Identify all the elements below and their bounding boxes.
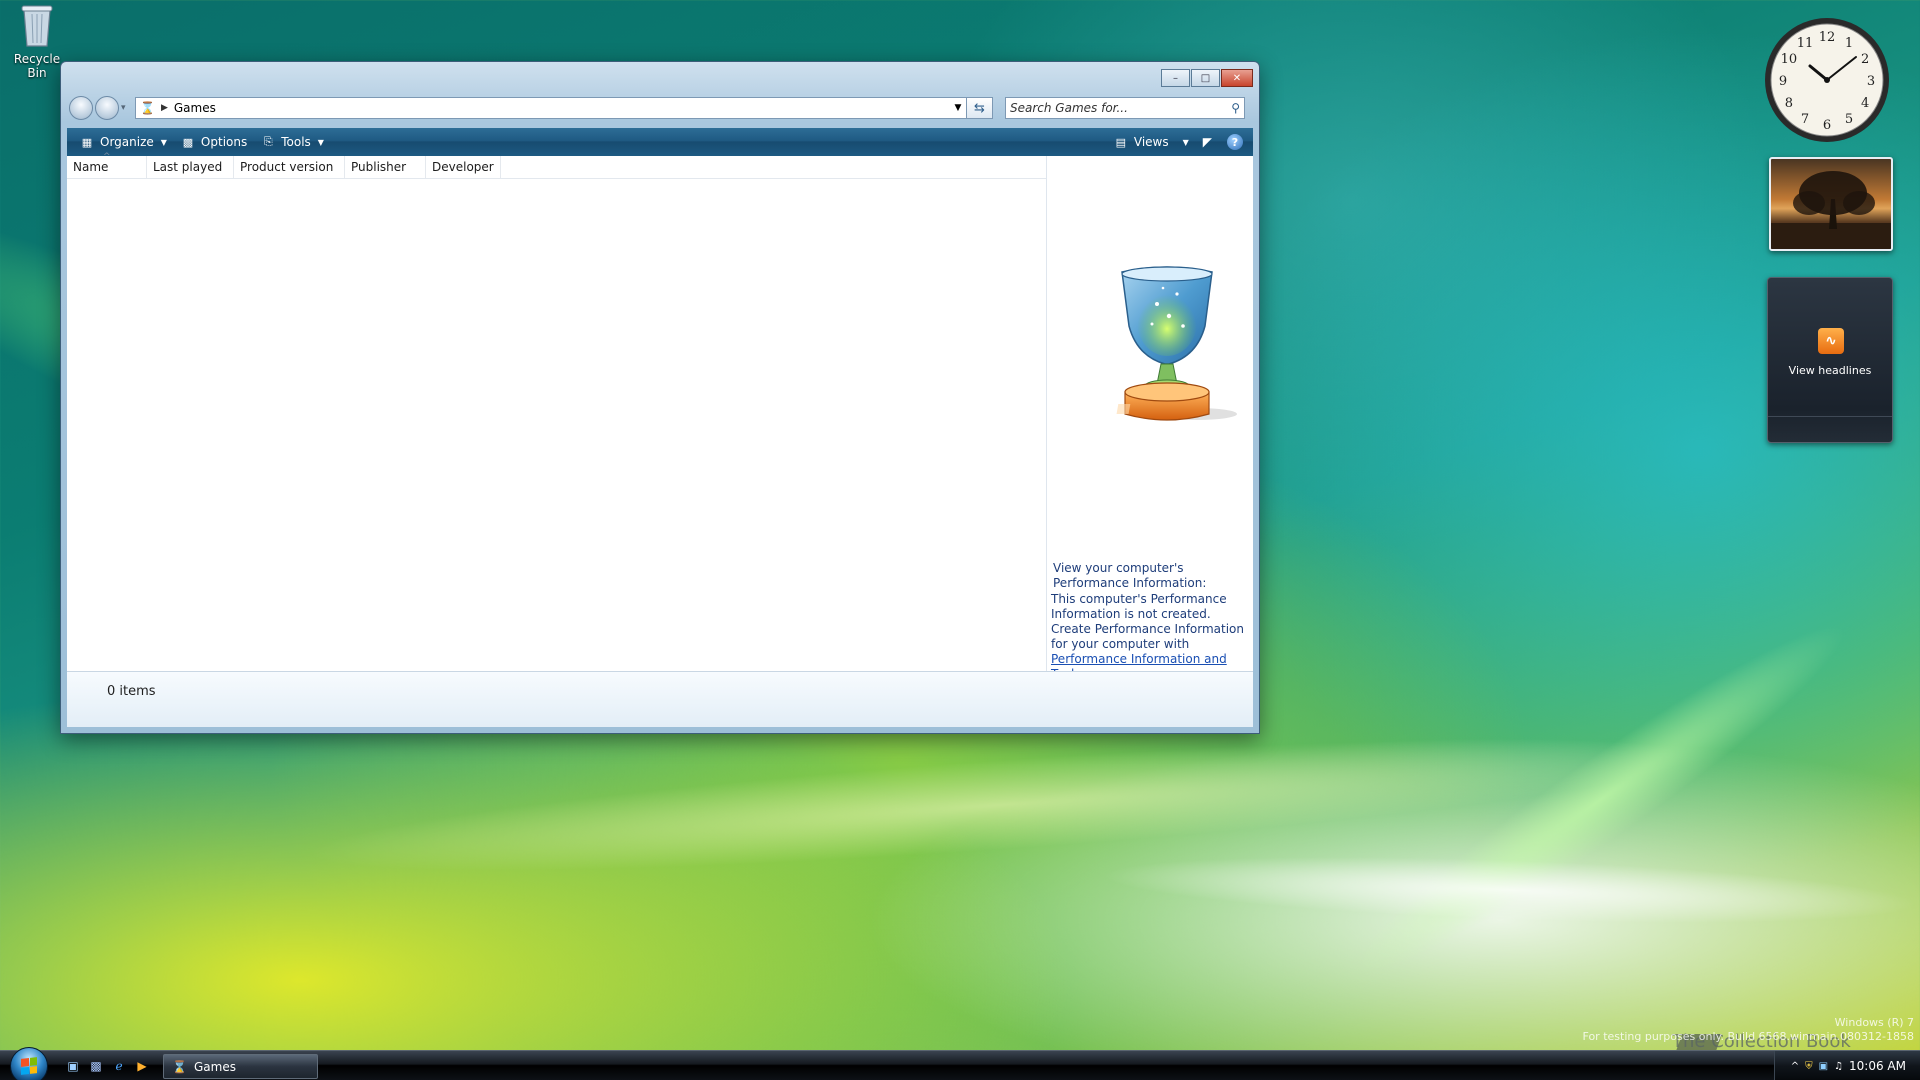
clock-numeral: 6 xyxy=(1823,118,1831,133)
views-menu[interactable]: ▤ Views ▼ xyxy=(1107,128,1196,156)
clock-numeral: 8 xyxy=(1785,96,1793,111)
switch-windows-icon[interactable]: ▩ xyxy=(87,1057,105,1075)
clock-numeral: 7 xyxy=(1801,112,1809,127)
tools-label: Tools xyxy=(281,135,311,149)
clock-numeral: 9 xyxy=(1779,74,1787,89)
column-header-publisher[interactable]: Publisher xyxy=(345,156,426,178)
gadget-footer xyxy=(1768,416,1892,442)
minimize-icon: – xyxy=(1173,72,1178,84)
views-icon: ▤ xyxy=(1115,135,1127,149)
games-folder-icon: ⌛ xyxy=(140,101,155,115)
performance-info-line2-text: Create Performance Information for your … xyxy=(1051,622,1245,651)
recycle-bin-icon xyxy=(20,2,54,48)
breadcrumb-games[interactable]: Games xyxy=(174,101,216,115)
clock-numeral: 3 xyxy=(1867,74,1875,89)
recycle-bin-label: Recycle Bin xyxy=(13,52,61,80)
clock-numeral: 5 xyxy=(1845,112,1853,127)
help-icon[interactable]: ? xyxy=(1227,134,1243,150)
tools-menu[interactable]: ⎘ Tools ▼ xyxy=(254,128,331,156)
options-icon: ▩ xyxy=(182,135,194,149)
search-input[interactable] xyxy=(1010,101,1232,115)
file-list[interactable]: Name Last played Product version Publish… xyxy=(67,152,1047,671)
clock-numeral: 2 xyxy=(1861,52,1869,67)
windows-logo-icon xyxy=(21,1057,37,1075)
views-label: Views xyxy=(1133,135,1169,149)
internet-explorer-icon[interactable]: ℯ xyxy=(110,1057,128,1075)
taskbar: ▣ ▩ ℯ ▶ ⌛ Games ^ ⛨ ▣ ♫ 10:06 AM xyxy=(0,1047,1920,1080)
forward-button[interactable] xyxy=(95,96,119,120)
chevron-down-icon: ▼ xyxy=(317,137,324,147)
clock-numeral: 12 xyxy=(1819,30,1836,45)
feed-headlines-gadget[interactable]: ∿ View headlines xyxy=(1767,277,1893,443)
clock-numeral: 1 xyxy=(1845,36,1853,51)
column-header-name[interactable]: Name xyxy=(67,152,147,178)
performance-info-text: This computer's Performance Information … xyxy=(1051,592,1256,682)
chevron-down-icon: ▼ xyxy=(1182,137,1189,147)
rss-feed-icon: ∿ xyxy=(1818,328,1844,354)
performance-info-line1: This computer's Performance Information … xyxy=(1051,592,1227,621)
minimize-button[interactable]: – xyxy=(1161,69,1190,87)
search-box[interactable]: ⚲ xyxy=(1005,97,1245,119)
maximize-icon: □ xyxy=(1200,72,1211,84)
address-dropdown-icon[interactable]: ▼ xyxy=(950,103,966,113)
show-hidden-icons-icon[interactable]: ^ xyxy=(1791,1061,1799,1072)
view-headlines-link[interactable]: View headlines xyxy=(1768,364,1892,377)
taskbar-games-button[interactable]: ⌛ Games xyxy=(163,1054,318,1079)
clock-numeral: 4 xyxy=(1861,96,1869,111)
build-watermark-line2: For testing purposes only. Build 6568.wi… xyxy=(1582,1030,1914,1043)
media-player-icon[interactable]: ▶ xyxy=(133,1057,151,1075)
maximize-button[interactable]: □ xyxy=(1191,69,1220,87)
system-tray: ^ ⛨ ▣ ♫ 10:06 AM xyxy=(1774,1051,1920,1080)
games-taskbar-icon: ⌛ xyxy=(172,1059,187,1074)
show-desktop-icon[interactable]: ▣ xyxy=(64,1057,82,1075)
column-header-last-played[interactable]: Last played xyxy=(147,156,234,178)
window-controls: – □ ✕ xyxy=(1161,69,1253,87)
recent-pages-dropdown[interactable]: ▾ xyxy=(121,103,131,113)
tree-photo-image xyxy=(1771,171,1891,249)
back-button[interactable] xyxy=(69,96,93,120)
close-button[interactable]: ✕ xyxy=(1221,69,1253,87)
organize-icon: ▦ xyxy=(81,135,93,149)
item-count: 0 items xyxy=(107,684,156,699)
build-watermark-line1: Windows (R) 7 xyxy=(1834,1016,1914,1029)
clock-numeral: 11 xyxy=(1797,36,1814,51)
column-header-product-version[interactable]: Product version xyxy=(234,156,345,178)
organize-menu[interactable]: ▦ Organize ▼ xyxy=(73,128,174,156)
preview-pane: View your computer's Performance Informa… xyxy=(1047,156,1253,681)
preview-pane-toggle[interactable]: ◤ xyxy=(1196,128,1219,156)
performance-info-heading: View your computer's Performance Informa… xyxy=(1053,561,1207,590)
games-explorer-window: – □ ✕ ▾ ⌛ ▶ Games ▼ ⇆ ⚲ ▦ Organize ▼ ▩ O… xyxy=(60,61,1260,734)
status-bar: 0 items xyxy=(67,671,1253,727)
command-bar: ▦ Organize ▼ ▩ Options ⎘ Tools ▼ ▤ Views… xyxy=(67,128,1253,156)
tools-icon: ⎘ xyxy=(263,135,273,148)
address-bar[interactable]: ⌛ ▶ Games ▼ xyxy=(135,97,967,119)
volume-icon[interactable]: ♫ xyxy=(1834,1061,1843,1072)
trophy-icon xyxy=(1116,266,1237,421)
search-icon[interactable]: ⚲ xyxy=(1231,101,1240,115)
slideshow-gadget[interactable] xyxy=(1769,157,1893,251)
close-icon: ✕ xyxy=(1232,72,1242,84)
content-area: Name Last played Product version Publish… xyxy=(67,152,1253,681)
clock-gadget[interactable]: 12 12 3 45678 9 1011 xyxy=(1763,16,1891,144)
options-button[interactable]: ▩ Options xyxy=(174,128,254,156)
chevron-down-icon: ▼ xyxy=(160,137,167,147)
security-shield-icon[interactable]: ⛨ xyxy=(1805,1061,1813,1072)
navigation-bar: ▾ ⌛ ▶ Games ▼ ⇆ ⚲ xyxy=(69,94,1251,122)
refresh-button[interactable]: ⇆ xyxy=(967,97,993,119)
clock-time[interactable]: 10:06 AM xyxy=(1849,1059,1906,1073)
breadcrumb-arrow-icon[interactable]: ▶ xyxy=(161,103,168,113)
start-button[interactable] xyxy=(10,1047,48,1080)
network-icon[interactable]: ▣ xyxy=(1819,1061,1828,1072)
organize-label: Organize xyxy=(100,135,154,149)
clock-numeral: 10 xyxy=(1781,52,1798,67)
taskbar-games-label: Games xyxy=(194,1059,236,1074)
preview-pane-icon: ◤ xyxy=(1202,135,1212,149)
column-headers: Name Last played Product version Publish… xyxy=(67,152,1046,179)
options-label: Options xyxy=(200,135,248,149)
column-header-developer[interactable]: Developer xyxy=(426,156,501,178)
refresh-icon: ⇆ xyxy=(974,100,985,116)
build-watermark: Windows (R) 7 For testing purposes only.… xyxy=(1583,1016,1914,1044)
